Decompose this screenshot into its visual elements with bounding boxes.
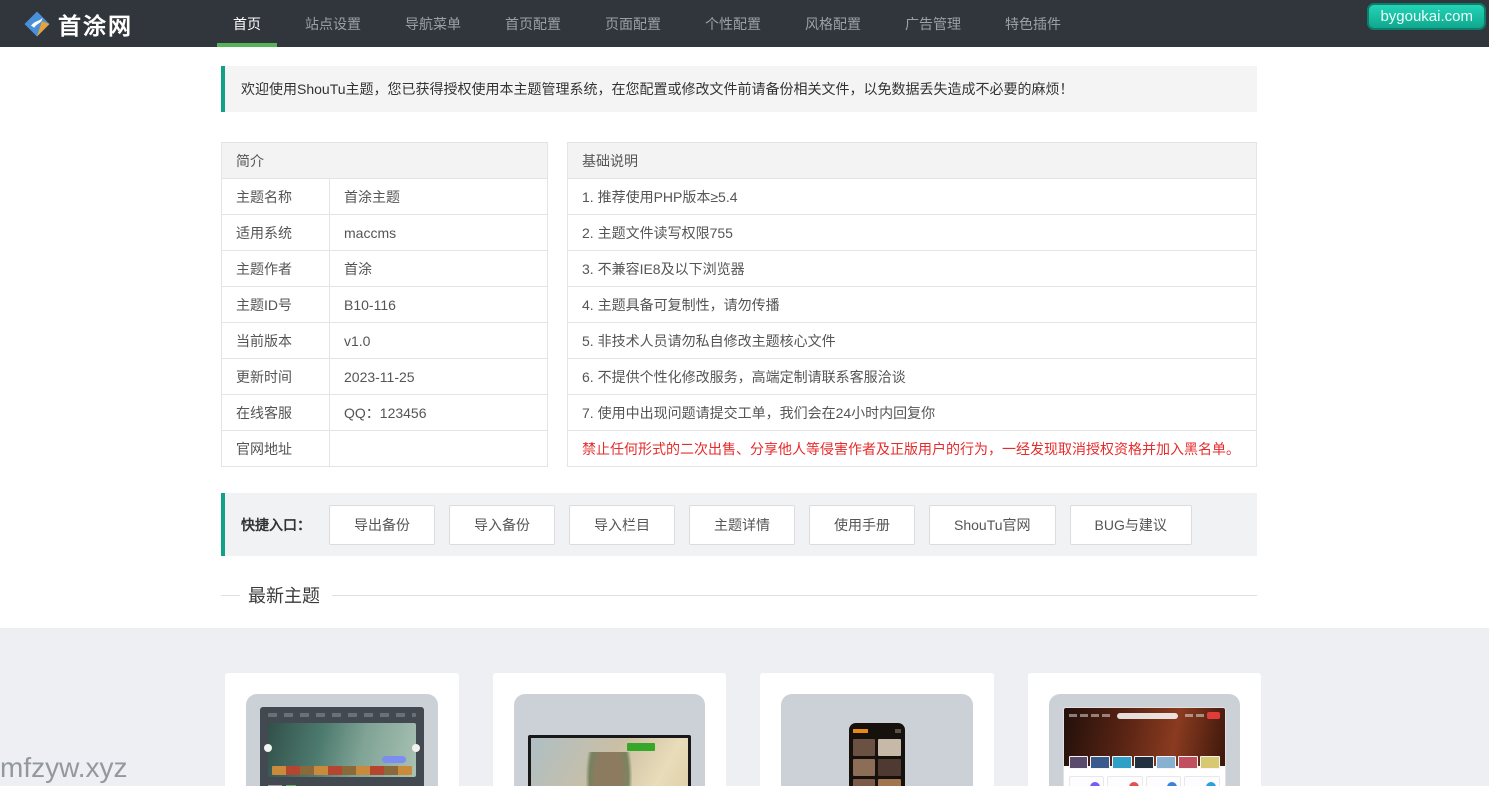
table-row: 3. 不兼容IE8及以下浏览器 [567,250,1257,287]
export-backup-button[interactable]: 导出备份 [329,504,435,545]
basic-rule: 6. 不提供个性化修改服务，高端定制请联系客服洽谈 [567,358,1257,395]
intro-label: 在线客服 [221,394,330,431]
theme-preview-frame [246,694,438,786]
table-row: 当前版本 v1.0 [221,322,548,359]
welcome-notice-text: 欢迎使用ShouTu主题，您已获得授权使用本主题管理系统，在您配置或修改文件前请… [241,81,1074,97]
divider-dash [221,594,240,596]
theme-preview-image [260,707,424,786]
intro-value: maccms [329,214,548,251]
intro-label: 主题ID号 [221,286,330,323]
site-badge[interactable]: bygoukai.com [1367,3,1486,30]
quick-entry-label: 快捷入口： [241,516,311,533]
license-warning: 禁止任何形式的二次出售、分享他人等侵害作者及正版用户的行为，一经发现取消授权资格… [567,430,1257,467]
latest-themes-divider: 最新主题 [221,582,1257,608]
welcome-notice: 欢迎使用ShouTu主题，您已获得授权使用本主题管理系统，在您配置或修改文件前请… [221,66,1257,112]
nav-item-style-config[interactable]: 风格配置 [789,0,877,47]
table-row: 官网地址 [221,430,548,467]
bug-suggest-button[interactable]: BUG与建议 [1069,504,1192,545]
basic-rule: 2. 主题文件读写权限755 [567,214,1257,251]
basic-rule: 5. 非技术人员请勿私自修改主题核心文件 [567,322,1257,359]
theme-preview-image [795,707,959,786]
table-row: 主题名称 首涂主题 [221,178,548,215]
theme-preview-image [527,735,691,786]
intro-label: 主题作者 [221,250,330,287]
intro-label: 官网地址 [221,430,330,467]
nav-item-site-settings[interactable]: 站点设置 [289,0,377,47]
table-row: 2. 主题文件读写权限755 [567,214,1257,251]
user-manual-button[interactable]: 使用手册 [809,504,915,545]
basic-table-title: 基础说明 [567,142,1257,179]
intro-table: 简介 主题名称 首涂主题 适用系统 maccms 主题作者 首涂 主题ID号 B… [221,142,548,467]
table-row: 6. 不提供个性化修改服务，高端定制请联系客服洽谈 [567,358,1257,395]
intro-value: 2023-11-25 [329,358,548,395]
nav-item-personal-config[interactable]: 个性配置 [689,0,777,47]
theme-preview-image [1062,707,1226,786]
basic-info-table: 基础说明 1. 推荐使用PHP版本≥5.4 2. 主题文件读写权限755 3. … [567,142,1257,467]
latest-themes-section [0,628,1489,786]
theme-details-button[interactable]: 主题详情 [689,504,795,545]
theme-card-pc-light[interactable] [1027,673,1261,786]
watermark: mfzyw.xyz [0,752,128,783]
intro-table-title: 简介 [221,142,548,179]
theme-card-pc-dark-movie[interactable] [225,673,459,786]
nav-item-page-config[interactable]: 页面配置 [589,0,677,47]
brand-name: 首涂网 [58,12,133,39]
table-row: 5. 非技术人员请勿私自修改主题核心文件 [567,322,1257,359]
table-row: 主题ID号 B10-116 [221,286,548,323]
intro-value: B10-116 [329,286,548,323]
theme-card-mobile[interactable] [760,673,994,786]
main-nav: 首页 站点设置 导航菜单 首页配置 页面配置 个性配置 风格配置 广告管理 特色… [211,0,1083,47]
import-columns-button[interactable]: 导入栏目 [569,504,675,545]
main-content: 欢迎使用ShouTu主题，您已获得授权使用本主题管理系统，在您配置或修改文件前请… [221,66,1257,608]
nav-item-home[interactable]: 首页 [217,0,277,47]
shoutu-site-button[interactable]: ShouTu官网 [929,504,1056,545]
intro-value: 首涂主题 [329,178,548,215]
table-row: 适用系统 maccms [221,214,548,251]
intro-value [329,430,548,467]
table-row: 1. 推荐使用PHP版本≥5.4 [567,178,1257,215]
quick-entry-bar: 快捷入口： 导出备份 导入备份 导入栏目 主题详情 使用手册 ShouTu官网 … [221,493,1257,556]
theme-preview-frame [1048,694,1240,786]
basic-rule: 7. 使用中出现问题请提交工单，我们会在24小时内回复你 [567,394,1257,431]
intro-value: 首涂 [329,250,548,287]
divider-line [332,594,1257,596]
intro-value: v1.0 [329,322,548,359]
theme-card-video-player[interactable] [492,673,726,786]
table-row: 4. 主题具备可复制性，请勿传播 [567,286,1257,323]
nav-item-ad-manage[interactable]: 广告管理 [889,0,977,47]
latest-themes-title: 最新主题 [248,586,320,606]
intro-label: 更新时间 [221,358,330,395]
basic-rule: 3. 不兼容IE8及以下浏览器 [567,250,1257,287]
table-row: 主题作者 首涂 [221,250,548,287]
basic-rule: 1. 推荐使用PHP版本≥5.4 [567,178,1257,215]
top-navbar: 首涂网 首页 站点设置 导航菜单 首页配置 页面配置 个性配置 风格配置 广告管… [0,0,1489,47]
nav-item-plugins[interactable]: 特色插件 [989,0,1077,47]
table-row: 7. 使用中出现问题请提交工单，我们会在24小时内回复你 [567,394,1257,431]
import-backup-button[interactable]: 导入备份 [449,504,555,545]
nav-item-home-config[interactable]: 首页配置 [489,0,577,47]
brand-diamond-icon [24,11,50,36]
intro-label: 适用系统 [221,214,330,251]
theme-preview-frame [513,694,705,786]
basic-rule: 4. 主题具备可复制性，请勿传播 [567,286,1257,323]
brand-logo[interactable]: 首涂网 [24,7,133,41]
table-row: 禁止任何形式的二次出售、分享他人等侵害作者及正版用户的行为，一经发现取消授权资格… [567,430,1257,467]
intro-value: QQ：123456 [329,394,548,431]
nav-item-nav-menu[interactable]: 导航菜单 [389,0,477,47]
theme-preview-frame [781,694,973,786]
intro-label: 主题名称 [221,178,330,215]
table-row: 在线客服 QQ：123456 [221,394,548,431]
intro-label: 当前版本 [221,322,330,359]
table-row: 更新时间 2023-11-25 [221,358,548,395]
